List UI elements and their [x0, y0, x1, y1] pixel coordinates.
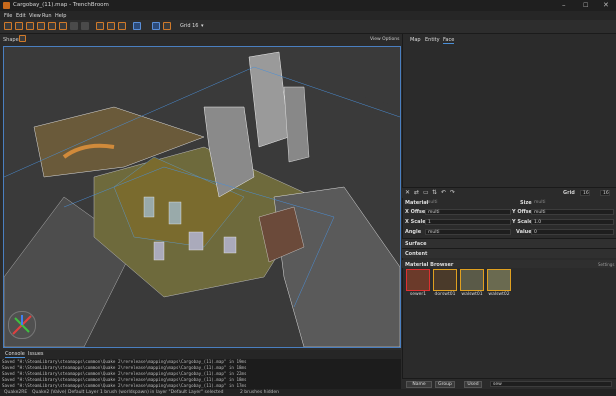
- menu-bar: File Edit View Run Help: [0, 11, 616, 20]
- status-selection: 1 brush (worldspawn) in layer "Default L…: [100, 390, 224, 395]
- rotate-tool-icon[interactable]: [70, 22, 78, 30]
- flip-v-icon[interactable]: ⇅: [432, 189, 437, 196]
- shape-label: Shape: [3, 37, 19, 43]
- console-output: Saved "H:\SteamLibrary\steamapps\common\…: [0, 359, 401, 389]
- menu-edit[interactable]: Edit: [16, 13, 26, 19]
- compass-icon: [8, 311, 36, 339]
- flip-v-icon[interactable]: [118, 22, 126, 30]
- close-icon[interactable]: ✕: [405, 189, 410, 196]
- vertex-tool-icon[interactable]: [37, 22, 45, 30]
- material-name: walswt02: [488, 292, 510, 297]
- tab-issues[interactable]: Issues: [28, 351, 44, 357]
- status-game: Quake2RE: [4, 390, 28, 395]
- material-search-input[interactable]: sew: [490, 381, 612, 387]
- material-tile-walswt02[interactable]: [487, 269, 511, 291]
- grid-size-dropdown[interactable]: Grid 16: [180, 23, 198, 29]
- face-tool-icon[interactable]: [59, 22, 67, 30]
- y-offset-field[interactable]: multi: [531, 209, 614, 215]
- shape-bar: Shape View Options: [0, 34, 401, 44]
- material-value: multi: [426, 200, 438, 205]
- maximize-icon[interactable]: ☐: [583, 2, 588, 9]
- surface-label: Surface: [405, 241, 427, 247]
- status-format: Quake2 (Valve): [32, 390, 67, 395]
- tab-entity[interactable]: Entity: [425, 37, 440, 43]
- x-scale-field[interactable]: 1: [425, 219, 511, 225]
- app-icon: [3, 2, 10, 9]
- status-layer: Default Layer: [68, 390, 99, 395]
- value-label: Value: [516, 229, 532, 235]
- material-name: walswt01: [461, 292, 483, 297]
- y-scale-label: Y Scale: [512, 219, 533, 225]
- used-button[interactable]: Used: [464, 380, 482, 388]
- settings-button[interactable]: Settings: [598, 262, 614, 267]
- tab-console[interactable]: Console: [5, 351, 25, 358]
- toolbar: Grid 16 ▾: [0, 20, 616, 34]
- menu-file[interactable]: File: [4, 13, 12, 19]
- inspector-tabs: Map Entity Face: [402, 34, 616, 44]
- duplicate-icon[interactable]: [96, 22, 104, 30]
- rotate-cw-icon[interactable]: ↷: [450, 189, 455, 196]
- tab-map[interactable]: Map: [410, 37, 421, 43]
- angle-label: Angle: [405, 229, 422, 235]
- grid-label: Grid: [563, 190, 575, 196]
- title-bar: Cargobay_(11).map - TrenchBroom – ☐ ✕: [0, 0, 616, 11]
- material-name: sewer1: [409, 292, 427, 297]
- material-tile-sewer1[interactable]: [406, 269, 430, 291]
- rotate-ccw-icon[interactable]: ↶: [441, 189, 446, 196]
- content-label: Content: [405, 251, 428, 257]
- grid-field-y[interactable]: 16: [600, 190, 610, 196]
- view-options-button[interactable]: View Options: [370, 37, 399, 42]
- console-tab-bar: Console Issues: [0, 350, 401, 359]
- material-browser-footer: Name Group Used sew: [402, 378, 616, 389]
- tab-face[interactable]: Face: [443, 37, 455, 44]
- replace-material-icon[interactable]: [163, 22, 171, 30]
- shape-tool-icon[interactable]: [19, 35, 26, 42]
- material-name: dorswt01: [434, 292, 456, 297]
- select-tool-icon[interactable]: [4, 22, 12, 30]
- material-browser-header: Material Browser Settings: [402, 260, 616, 268]
- chevron-down-icon[interactable]: ▾: [201, 23, 204, 29]
- size-value: multi: [534, 200, 546, 205]
- status-bar: Quake2RE Quake2 (Valve) Default Layer 1 …: [0, 389, 616, 396]
- material-tile-walswt01[interactable]: [460, 269, 484, 291]
- sort-dropdown[interactable]: Name: [406, 380, 432, 388]
- value-field[interactable]: 0: [531, 229, 614, 235]
- group-button[interactable]: Group: [435, 380, 455, 388]
- edge-tool-icon[interactable]: [48, 22, 56, 30]
- menu-view[interactable]: View: [29, 13, 41, 19]
- texture-lock-icon[interactable]: [133, 22, 141, 30]
- minimize-icon[interactable]: –: [562, 1, 566, 9]
- status-hidden: 2 brushes hidden: [240, 390, 280, 395]
- clip-tool-icon[interactable]: [26, 22, 34, 30]
- menu-help[interactable]: Help: [55, 13, 66, 19]
- x-offset-field[interactable]: multi: [425, 209, 511, 215]
- angle-field[interactable]: multi: [425, 229, 511, 235]
- surface-section[interactable]: Surface: [402, 238, 616, 248]
- size-label: Size: [520, 200, 532, 206]
- window-title: Cargobay_(11).map - TrenchBroom: [13, 2, 109, 8]
- uv-lock-icon[interactable]: [152, 22, 160, 30]
- 3d-viewport[interactable]: [3, 46, 401, 348]
- grid-field[interactable]: 16: [580, 190, 590, 196]
- map-geometry: [4, 47, 400, 347]
- content-section[interactable]: Content: [402, 248, 616, 258]
- y-scale-field[interactable]: 1.0: [531, 219, 614, 225]
- flip-h-icon[interactable]: ⇄: [414, 189, 419, 196]
- material-tile-dorswt01[interactable]: [433, 269, 457, 291]
- material-browser-label: Material Browser: [405, 261, 454, 268]
- material-label: Material: [405, 200, 429, 206]
- brush-tool-icon[interactable]: [15, 22, 23, 30]
- flip-h-icon[interactable]: [107, 22, 115, 30]
- reset-icon[interactable]: ▭: [423, 189, 429, 196]
- x-scale-label: X Scale: [405, 219, 426, 225]
- menu-run[interactable]: Run: [42, 13, 52, 19]
- close-icon[interactable]: ✕: [603, 1, 609, 9]
- scale-tool-icon[interactable]: [81, 22, 89, 30]
